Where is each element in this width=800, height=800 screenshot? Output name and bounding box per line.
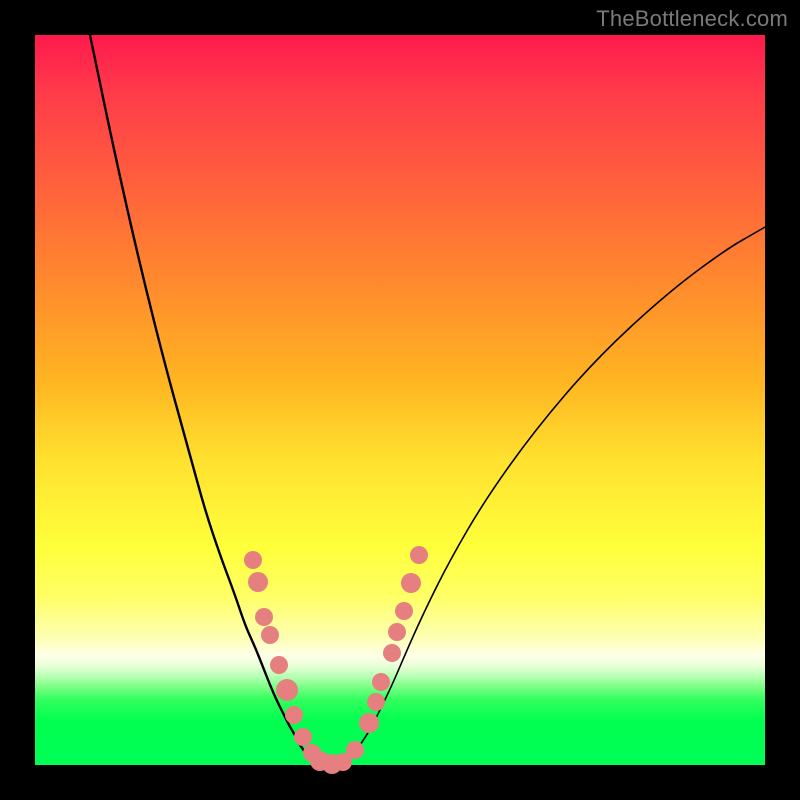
data-dot [285, 706, 303, 724]
data-dot [248, 572, 268, 592]
data-dot [270, 656, 288, 674]
curve-right-branch [360, 227, 765, 745]
data-dot [276, 679, 298, 701]
data-dot [372, 673, 390, 691]
data-dot [410, 546, 428, 564]
data-dot [346, 741, 364, 759]
data-dot [255, 608, 273, 626]
data-dot [294, 728, 312, 746]
data-dot [261, 626, 279, 644]
data-dot [359, 713, 379, 733]
data-dot [367, 693, 385, 711]
data-dot [244, 551, 262, 569]
chart-frame: TheBottleneck.com [0, 0, 800, 800]
data-dot [388, 623, 406, 641]
data-dots-group [244, 546, 428, 774]
data-dot [401, 573, 421, 593]
curve-svg [35, 35, 765, 765]
data-dot [395, 602, 413, 620]
data-dot [383, 644, 401, 662]
watermark-text: TheBottleneck.com [596, 6, 788, 32]
plot-area [35, 35, 765, 765]
